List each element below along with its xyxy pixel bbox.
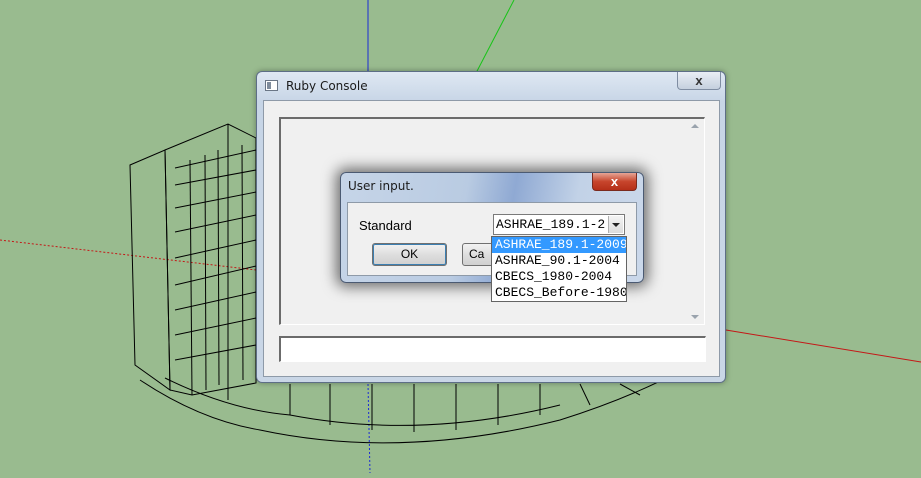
dropdown-option-cbecs-1980-2004[interactable]: CBECS_1980-2004: [492, 269, 626, 285]
chevron-down-icon[interactable]: [608, 216, 623, 233]
close-icon: x: [695, 73, 703, 88]
blue-axis-negative: [367, 383, 371, 474]
dropdown-option-ashrae-90[interactable]: ASHRAE_90.1-2004: [492, 253, 626, 269]
scroll-down-arrow-icon[interactable]: [691, 315, 699, 319]
scroll-up-arrow-icon[interactable]: [691, 124, 699, 128]
ruby-console-titlebar[interactable]: Ruby Console x: [257, 72, 725, 100]
user-input-close-button[interactable]: x: [592, 173, 637, 191]
window-app-icon: [265, 80, 278, 91]
ruby-console-close-button[interactable]: x: [677, 72, 721, 90]
red-axis: [725, 329, 921, 363]
ruby-console-title: Ruby Console: [286, 79, 368, 93]
output-scrollbar[interactable]: [687, 119, 704, 324]
red-axis-negative: [0, 239, 257, 271]
console-input-field[interactable]: [279, 336, 706, 362]
user-input-dialog-title: User input.: [348, 179, 414, 193]
standard-select[interactable]: ASHRAE_189.1-2: [493, 214, 625, 235]
dropdown-option-ashrae-189[interactable]: ASHRAE_189.1-2009: [492, 237, 626, 253]
standard-label: Standard: [359, 218, 412, 233]
standard-select-value: ASHRAE_189.1-2: [496, 217, 606, 232]
close-icon: x: [610, 174, 619, 189]
dropdown-option-cbecs-before-1980[interactable]: CBECS_Before-1980: [492, 285, 626, 301]
ok-button[interactable]: OK: [372, 243, 447, 266]
green-axis: [474, 0, 515, 76]
standard-dropdown-list[interactable]: ASHRAE_189.1-2009 ASHRAE_90.1-2004 CBECS…: [491, 236, 627, 302]
